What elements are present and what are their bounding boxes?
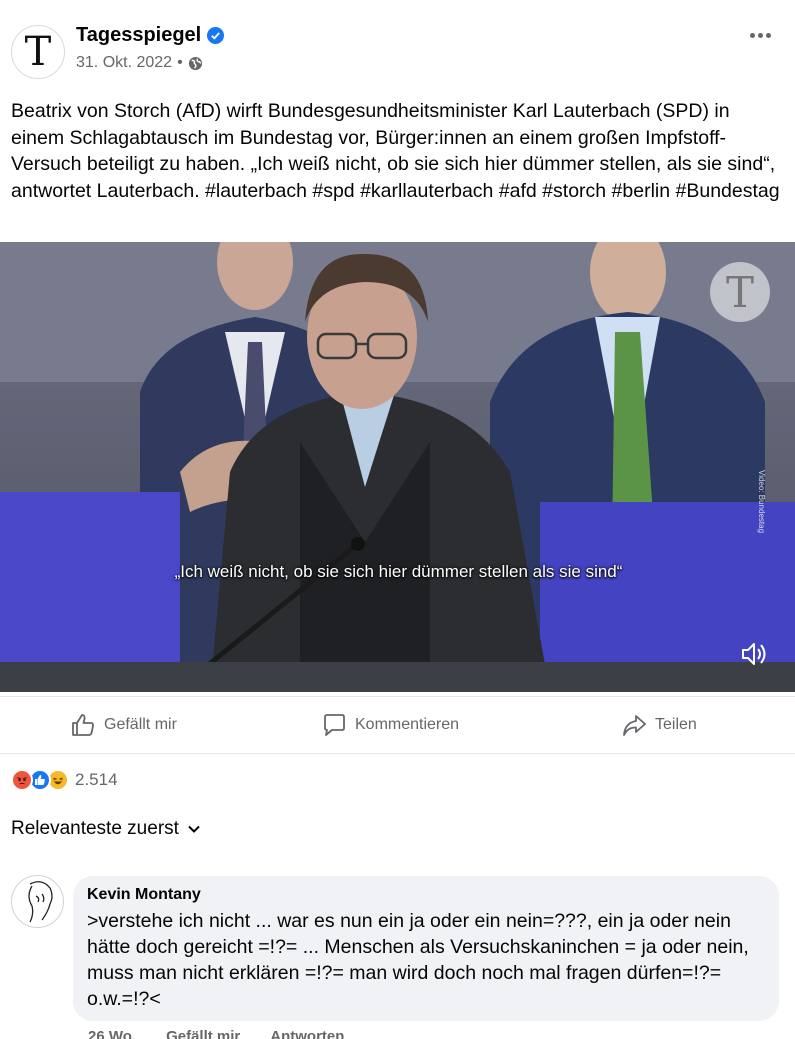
video-frame xyxy=(0,242,795,692)
post-header: T Tagesspiegel 31. Okt. 2022 • xyxy=(0,0,795,95)
post-date[interactable]: 31. Okt. 2022 xyxy=(76,54,172,72)
like-label: Gefällt mir xyxy=(104,716,177,733)
comment-actions: 26 Wo. Gefällt mir Antworten xyxy=(88,1028,344,1039)
comment-time[interactable]: 26 Wo. xyxy=(88,1028,136,1039)
comment-text: >verstehe ich nicht ... war es nun ein j… xyxy=(87,910,749,1010)
page-name[interactable]: Tagesspiegel xyxy=(76,24,201,47)
sort-label: Relevanteste zuerst xyxy=(11,818,179,839)
comment-sort-dropdown[interactable]: Relevanteste zuerst xyxy=(11,818,201,840)
post-text: Beatrix von Storch (AfD) wirft Bundesges… xyxy=(11,100,780,202)
thumbs-up-icon xyxy=(72,714,94,736)
chevron-down-icon xyxy=(188,825,200,833)
share-icon xyxy=(623,715,646,736)
tagesspiegel-watermark: T xyxy=(710,262,770,322)
more-options-icon[interactable] xyxy=(747,24,773,46)
globe-icon xyxy=(188,56,202,70)
angry-reaction-icon xyxy=(11,769,33,791)
comment-button[interactable]: Kommentieren xyxy=(321,709,459,741)
comment-icon xyxy=(324,714,345,736)
comment-reply-button[interactable]: Antworten xyxy=(270,1028,344,1039)
share-button[interactable]: Teilen xyxy=(621,709,697,741)
verified-badge-icon xyxy=(207,27,225,44)
video-credit: Video: Bundestag xyxy=(757,470,766,534)
comment-bubble: Kevin Montany >verstehe ich nicht ... wa… xyxy=(73,876,779,1021)
reactions-summary[interactable]: 2.514 xyxy=(11,768,118,792)
commenter-avatar[interactable] xyxy=(11,875,64,928)
share-label: Teilen xyxy=(655,716,697,733)
reaction-count: 2.514 xyxy=(75,770,118,789)
post-action-bar: Gefällt mir Kommentieren Teilen xyxy=(0,696,795,754)
comment-author[interactable]: Kevin Montany xyxy=(87,886,765,904)
volume-icon[interactable] xyxy=(738,638,770,670)
like-button[interactable]: Gefällt mir xyxy=(70,709,177,741)
page-name-link[interactable]: Tagesspiegel xyxy=(76,24,225,47)
video-subtitle: „Ich weiß nicht, ob sie sich hier dümmer… xyxy=(174,562,623,581)
meta-separator: • xyxy=(177,54,183,71)
comment-like-button[interactable]: Gefällt mir xyxy=(166,1028,240,1039)
page-avatar[interactable]: T xyxy=(11,25,65,79)
post-meta: 31. Okt. 2022 • xyxy=(76,54,203,72)
video-player[interactable] xyxy=(0,242,795,692)
comment-label: Kommentieren xyxy=(355,716,460,733)
